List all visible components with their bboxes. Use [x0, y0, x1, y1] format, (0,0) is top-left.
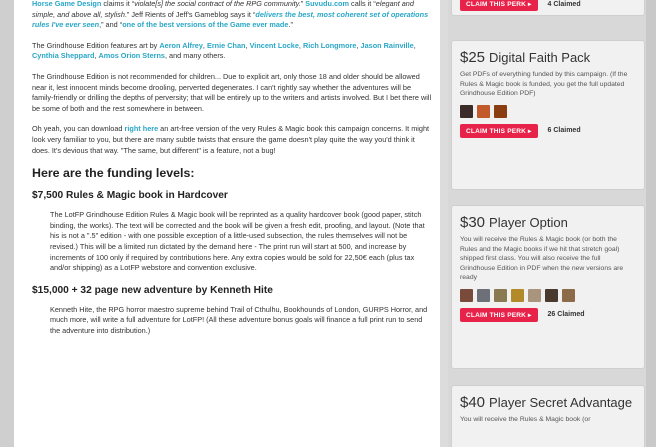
perk-title: $25 Digital Faith Pack — [452, 41, 644, 70]
art-credits-paragraph: The Grindhouse Edition features art by A… — [32, 40, 416, 61]
perk-card: $25 Digital Faith Pack Get PDFs of everyt… — [451, 40, 645, 190]
avatar[interactable] — [562, 288, 575, 302]
link-horse-game-design[interactable]: Horse Game Design — [32, 0, 101, 8]
level-heading: $15,000 + 32 page new adventure by Kenne… — [32, 284, 273, 296]
perk-name: Digital Faith Pack — [489, 50, 591, 65]
scrollbar[interactable] — [646, 0, 656, 447]
perk-card: $30 Player Option You will receive the Ru… — [451, 205, 645, 369]
level-description: Kenneth Hite, the RPG horror maestro sup… — [50, 304, 428, 335]
artist-link[interactable]: Jason Rainville — [361, 41, 414, 50]
perk-card: $40 Player Secret Advantage You will rece… — [451, 385, 645, 447]
claim-perk-button[interactable]: CLAIM THIS PERK ▸ — [460, 0, 538, 11]
download-paragraph: Oh yeah, you can download right here an … — [32, 124, 430, 155]
perk-amount: $30 — [460, 214, 486, 231]
backer-avatars — [452, 99, 644, 122]
link-best-versions-quote[interactable]: one of the best versions of the Game eve… — [122, 20, 288, 29]
perk-description: Get PDFs of everything funded by this ca… — [460, 71, 628, 98]
artist-link[interactable]: Aeron Alfrey — [159, 41, 203, 50]
intro-paragraph: Horse Game Design claims it “violate[s] … — [32, 0, 429, 30]
backer-avatars — [452, 283, 644, 306]
level-heading: $7,500 Rules & Magic book in Hardcover — [32, 190, 228, 202]
avatar[interactable] — [494, 288, 507, 302]
left-gutter — [0, 0, 14, 447]
perk-description: You will receive the Rules & Magic book … — [460, 236, 624, 282]
perk-amount: $25 — [460, 49, 486, 66]
download-link[interactable]: right here — [125, 124, 159, 133]
claimed-count: 6 Claimed — [547, 127, 581, 135]
artist-link[interactable]: Rich Longmore — [303, 41, 357, 50]
claim-perk-button[interactable]: CLAIM THIS PERK ▸ — [460, 123, 538, 138]
artist-link[interactable]: Amos Orion Sterns — [99, 51, 166, 60]
artist-link[interactable]: Vincent Locke — [250, 41, 299, 50]
perk-name: Player Secret Advantage — [489, 395, 633, 410]
perks-sidebar: CLAIM THIS PERK ▸ 4 Claimed $25 Digital F… — [448, 0, 656, 447]
avatar[interactable] — [545, 288, 558, 302]
link-suvudu[interactable]: Suvudu.com — [305, 0, 349, 8]
perk-card: CLAIM THIS PERK ▸ 4 Claimed — [451, 0, 645, 16]
age-warning-paragraph: The Grindhouse Edition is not recommende… — [32, 71, 432, 113]
artist-link[interactable]: Cynthia Sheppard — [32, 51, 94, 60]
avatar[interactable] — [477, 104, 490, 118]
perk-name: Player Option — [489, 215, 568, 230]
perk-description: You will receive the Rules & Magic book … — [460, 416, 591, 423]
avatar[interactable] — [494, 104, 507, 118]
avatar[interactable] — [460, 288, 473, 302]
avatar[interactable] — [477, 288, 490, 302]
avatar[interactable] — [460, 104, 473, 118]
perk-amount: $40 — [460, 394, 486, 411]
funding-levels-heading: Here are the funding levels: — [32, 166, 195, 181]
campaign-description: Horse Game Design claims it “violate[s] … — [14, 0, 440, 447]
column-divider — [440, 0, 448, 447]
claim-perk-button[interactable]: CLAIM THIS PERK ▸ — [460, 307, 538, 322]
perk-title: $30 Player Option — [452, 206, 644, 235]
avatar[interactable] — [511, 288, 524, 302]
level-description: The LotFP Grindhouse Edition Rules & Mag… — [50, 210, 425, 273]
artist-link[interactable]: Ernie Chan — [207, 41, 246, 50]
avatar[interactable] — [528, 288, 541, 302]
claimed-count: 26 Claimed — [547, 311, 585, 319]
claimed-count: 4 Claimed — [547, 0, 581, 8]
perk-title: $40 Player Secret Advantage — [452, 386, 644, 415]
